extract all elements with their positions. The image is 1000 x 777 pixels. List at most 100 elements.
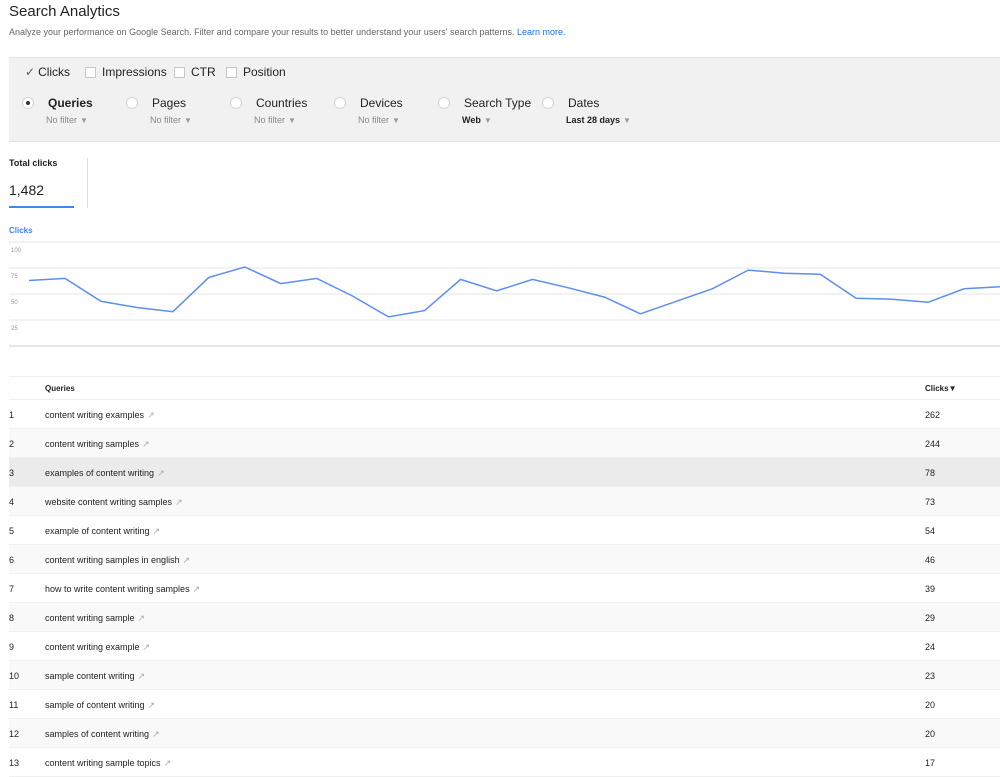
table-row[interactable]: 5 example of content writing ↗ 54: [9, 516, 1000, 545]
table-row[interactable]: 10 sample content writing ↗ 23: [9, 661, 1000, 690]
page-subtitle: Analyze your performance on Google Searc…: [9, 27, 566, 37]
table-row[interactable]: 8 content writing sample ↗ 29: [9, 603, 1000, 632]
column-header-clicks[interactable]: Clicks▼: [925, 384, 957, 393]
active-underline: [9, 206, 74, 208]
row-query: samples of content writing: [45, 729, 150, 739]
row-query: content writing example: [45, 642, 140, 652]
row-query: content writing sample: [45, 613, 135, 623]
external-link-icon[interactable]: ↗: [147, 410, 155, 420]
external-link-icon[interactable]: ↗: [142, 439, 150, 449]
radio-icon: [126, 97, 138, 109]
external-link-icon[interactable]: ↗: [138, 671, 146, 681]
y-tick-label: 25: [11, 326, 18, 332]
y-tick-label: 50: [11, 300, 18, 306]
row-rank: 3: [9, 468, 15, 478]
row-clicks: 20: [925, 700, 936, 710]
radio-selected-icon: [22, 97, 34, 109]
chart-legend-clicks: Clicks: [9, 226, 33, 235]
caret-down-icon: ▼: [392, 116, 400, 125]
row-query: sample of content writing: [45, 700, 145, 710]
row-rank: 11: [9, 700, 19, 710]
external-link-icon[interactable]: ↗: [152, 729, 160, 739]
external-link-icon[interactable]: ↗: [175, 497, 183, 507]
table-row[interactable]: 3 examples of content writing ↗ 78: [9, 458, 1000, 487]
dimension-filter[interactable]: Last 28 days: [566, 115, 620, 125]
row-clicks: 20: [925, 729, 936, 739]
caret-down-icon: ▼: [80, 116, 88, 125]
page-title: Search Analytics: [9, 3, 120, 20]
radio-icon: [542, 97, 554, 109]
external-link-icon[interactable]: ↗: [138, 613, 146, 623]
row-query: sample content writing: [45, 671, 135, 681]
y-tick-label: 100: [11, 248, 22, 254]
metric-label: Clicks: [38, 65, 71, 79]
table-body: 1 content writing examples ↗ 262 2 content wr…: [9, 400, 1000, 777]
row-rank: 6: [9, 555, 15, 565]
dimension-queries[interactable]: Queries No filter ▼: [22, 96, 93, 125]
metric-position[interactable]: Position: [226, 65, 286, 79]
metric-label: Position: [243, 65, 286, 79]
row-query: content writing sample topics: [45, 758, 161, 768]
metric-impressions[interactable]: Impressions: [85, 65, 167, 79]
total-clicks-card[interactable]: Total clicks 1,482: [9, 158, 88, 208]
external-link-icon[interactable]: ↗: [183, 555, 191, 565]
row-clicks: 39: [925, 584, 936, 594]
metric-label: CTR: [191, 65, 216, 79]
row-rank: 9: [9, 642, 15, 652]
table-row[interactable]: 11 sample of content writing ↗ 20: [9, 690, 1000, 719]
dimension-pages[interactable]: Pages No filter ▼: [126, 96, 192, 125]
row-rank: 1: [9, 410, 15, 420]
column-header-queries[interactable]: Queries: [45, 384, 75, 393]
total-clicks-label: Total clicks: [9, 158, 58, 168]
table-row[interactable]: 2 content writing samples ↗ 244: [9, 429, 1000, 458]
external-link-icon[interactable]: ↗: [143, 642, 151, 652]
caret-down-icon: ▼: [288, 116, 296, 125]
table-row[interactable]: 6 content writing samples in english ↗ 46: [9, 545, 1000, 574]
row-clicks: 244: [925, 439, 941, 449]
dimension-label: Devices: [360, 96, 403, 110]
checkbox-icon: [174, 66, 185, 78]
external-link-icon[interactable]: ↗: [193, 584, 201, 594]
metric-clicks[interactable]: ✓ Clicks: [25, 65, 70, 79]
dimension-filter[interactable]: No filter: [254, 115, 285, 125]
caret-down-icon: ▼: [623, 116, 631, 125]
dimension-label: Dates: [568, 96, 600, 110]
row-query: content writing samples in english: [45, 555, 180, 565]
radio-icon: [230, 97, 242, 109]
dimension-search-type[interactable]: Search Type Web ▼: [438, 96, 531, 125]
table-row[interactable]: 12 samples of content writing ↗ 20: [9, 719, 1000, 748]
metric-ctr[interactable]: CTR: [174, 65, 216, 79]
row-query: website content writing samples: [45, 497, 173, 507]
check-icon: ✓: [25, 65, 36, 79]
row-rank: 5: [9, 526, 15, 536]
dimension-filter[interactable]: No filter: [150, 115, 181, 125]
checkbox-icon: [85, 66, 96, 78]
table-row[interactable]: 13 content writing sample topics ↗ 17: [9, 748, 1000, 777]
row-clicks: 73: [925, 497, 936, 507]
row-query: examples of content writing: [45, 468, 155, 478]
dimension-label: Countries: [256, 96, 308, 110]
external-link-icon[interactable]: ↗: [153, 526, 161, 536]
metric-label: Impressions: [102, 65, 167, 79]
dimension-filter[interactable]: Web: [462, 115, 481, 125]
clicks-line-chart: 100 75 50 25: [9, 241, 1000, 347]
dimension-filter[interactable]: No filter: [358, 115, 389, 125]
external-link-icon[interactable]: ↗: [157, 468, 165, 478]
dimension-dates[interactable]: Dates Last 28 days ▼: [542, 96, 631, 125]
table-row[interactable]: 1 content writing examples ↗ 262: [9, 400, 1000, 429]
table-row[interactable]: 4 website content writing samples ↗ 73: [9, 487, 1000, 516]
dimension-devices[interactable]: Devices No filter ▼: [334, 96, 403, 125]
queries-table: Queries Clicks▼ 1 content writing example…: [9, 376, 1000, 777]
dimension-filter[interactable]: No filter: [46, 115, 77, 125]
external-link-icon[interactable]: ↗: [164, 758, 172, 768]
table-row[interactable]: 7 how to write content writing samples ↗ 39: [9, 574, 1000, 603]
series-line-clicks: [28, 266, 1000, 318]
external-link-icon[interactable]: ↗: [148, 700, 156, 710]
dimensions-bar: Queries No filter ▼ Pages No filter ▼ Coun…: [9, 86, 1000, 142]
total-clicks-value: 1,482: [9, 182, 45, 198]
row-clicks: 29: [925, 613, 936, 623]
row-clicks: 24: [925, 642, 936, 652]
table-row[interactable]: 9 content writing example ↗ 24: [9, 632, 1000, 661]
dimension-countries[interactable]: Countries No filter ▼: [230, 96, 307, 125]
learn-more-link[interactable]: Learn more.: [517, 27, 566, 37]
